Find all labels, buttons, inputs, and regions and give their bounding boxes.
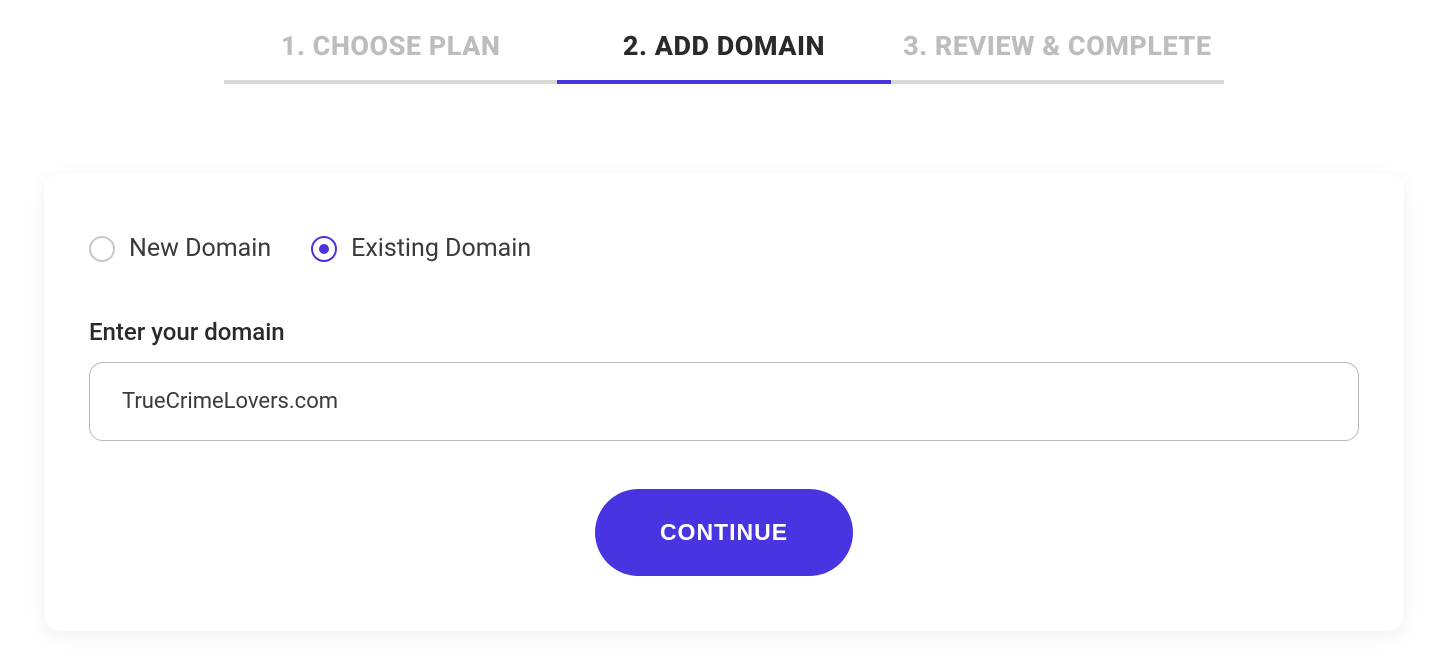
step-choose-plan[interactable]: 1. CHOOSE PLAN bbox=[224, 30, 557, 84]
continue-button[interactable]: CONTINUE bbox=[595, 489, 853, 576]
domain-form-card: New Domain Existing Domain Enter your do… bbox=[44, 174, 1404, 631]
radio-circle-icon bbox=[89, 236, 115, 262]
step-label: 2. ADD DOMAIN bbox=[623, 30, 825, 62]
button-row: CONTINUE bbox=[89, 489, 1359, 576]
radio-new-domain[interactable]: New Domain bbox=[89, 234, 271, 263]
radio-label: New Domain bbox=[129, 234, 271, 263]
step-label: 3. REVIEW & COMPLETE bbox=[903, 30, 1211, 62]
domain-input-label: Enter your domain bbox=[89, 318, 1359, 346]
step-add-domain[interactable]: 2. ADD DOMAIN bbox=[557, 30, 890, 84]
domain-input[interactable] bbox=[89, 362, 1359, 441]
radio-dot-icon bbox=[319, 244, 329, 254]
step-label: 1. CHOOSE PLAN bbox=[281, 30, 501, 62]
domain-type-radio-group: New Domain Existing Domain bbox=[89, 234, 1359, 263]
radio-circle-icon bbox=[311, 236, 337, 262]
radio-label: Existing Domain bbox=[351, 234, 531, 263]
progress-stepper: 1. CHOOSE PLAN 2. ADD DOMAIN 3. REVIEW &… bbox=[224, 30, 1224, 84]
radio-existing-domain[interactable]: Existing Domain bbox=[311, 234, 531, 263]
step-review-complete[interactable]: 3. REVIEW & COMPLETE bbox=[891, 30, 1224, 84]
